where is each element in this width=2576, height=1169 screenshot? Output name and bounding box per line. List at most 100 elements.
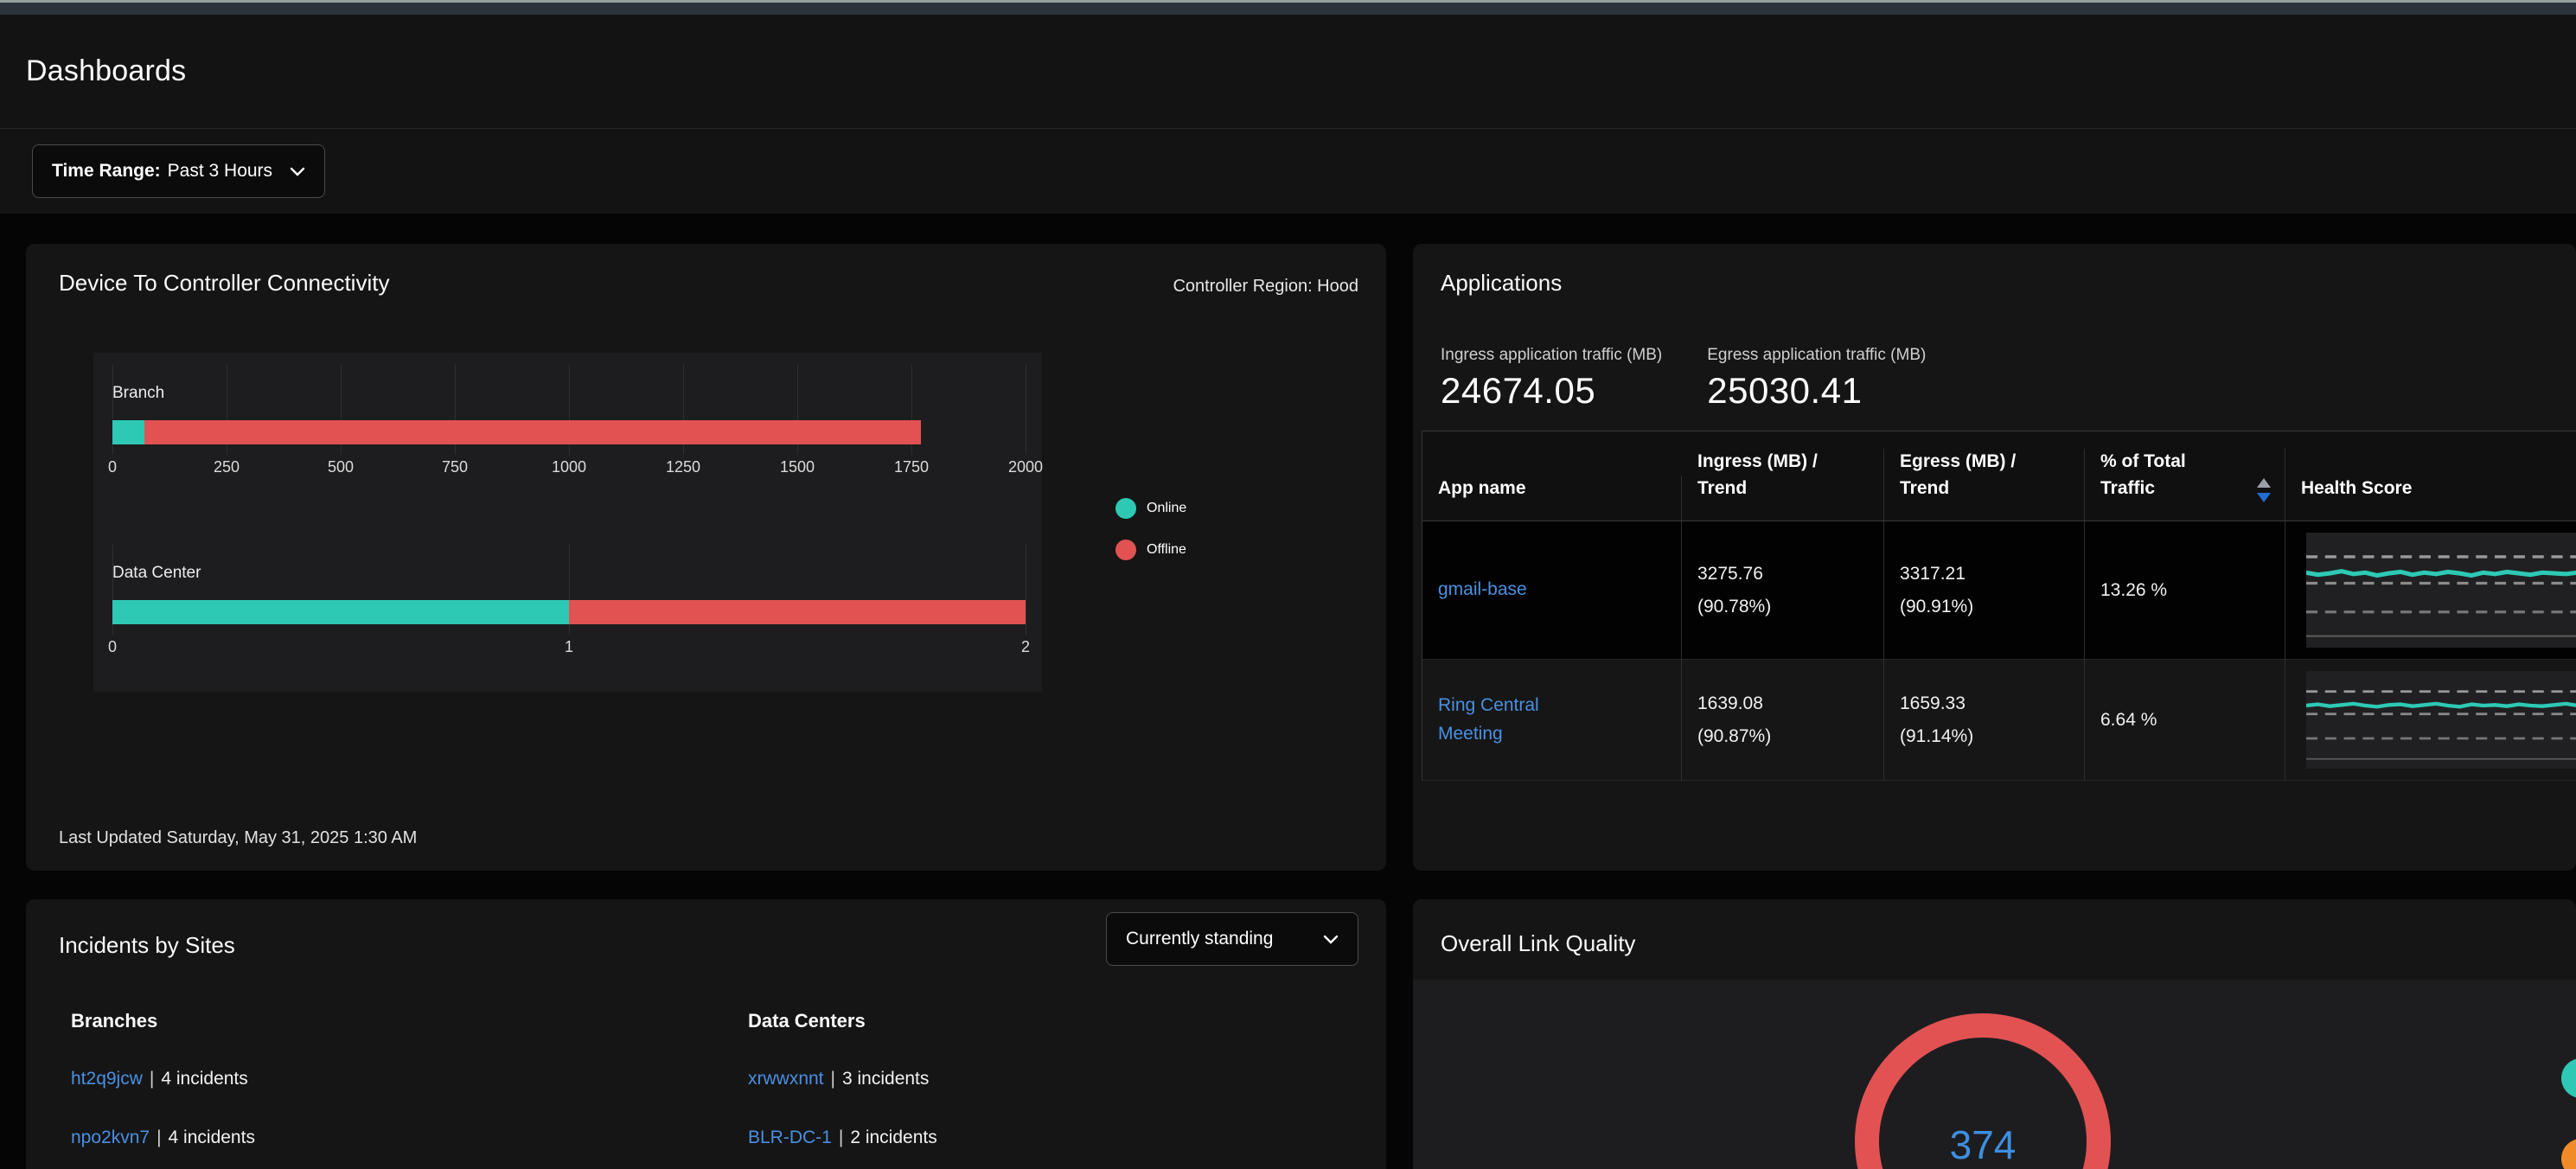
link-quality-card: Overall Link Quality 374 — [1413, 899, 2576, 1169]
device-connectivity-card: Device To Controller Connectivity Contro… — [26, 244, 1386, 871]
total-traffic-cell: 6.64 % — [2085, 660, 2285, 780]
data-center-bar-subplot: Data Center 012 — [112, 545, 1026, 674]
site-link[interactable]: ht2q9jcw — [71, 1069, 143, 1089]
sort-control[interactable] — [2257, 478, 2271, 502]
stacked-bar — [112, 420, 1026, 444]
metric-label: Ingress application traffic (MB) — [1441, 346, 1662, 365]
teal-legend-dot-icon — [2561, 1058, 2576, 1098]
bar-segment-online[interactable] — [112, 600, 569, 624]
incident-count: 3 incidents — [842, 1069, 929, 1089]
legend-item-online[interactable]: Online — [1115, 498, 1186, 519]
app-name-cell: gmail-base — [1422, 521, 1682, 659]
applications-title: Applications — [1441, 270, 1562, 297]
page-header: Dashboards — [0, 15, 2576, 128]
incidents-title: Incidents by Sites — [59, 932, 235, 959]
chevron-down-icon — [1323, 935, 1339, 944]
time-range-value: Past 3 Hours — [168, 161, 272, 182]
site-link[interactable]: npo2kvn7 — [71, 1127, 150, 1147]
axis-tick-label: 2000 — [1008, 458, 1043, 476]
axis-ticks: 012 — [112, 638, 1026, 661]
sort-ascending-triangle-icon — [2257, 478, 2271, 488]
bar-segment-offline[interactable] — [144, 420, 921, 444]
site-link[interactable]: BLR-DC-1 — [748, 1127, 832, 1147]
column-header-total-traffic[interactable]: % of Total Traffic — [2085, 449, 2285, 521]
axis-ticks: 025050075010001250150017502000 — [112, 458, 1026, 481]
column-header-ingress[interactable]: Ingress (MB) / Trend — [1682, 449, 1884, 521]
sort-descending-triangle-icon — [2257, 493, 2271, 502]
os-titlebar — [0, 0, 2576, 15]
offline-dot-icon — [1115, 540, 1136, 560]
column-header-app-name[interactable]: App name — [1422, 476, 1682, 521]
incident-list-item: ht2q9jcw|4 incidents — [71, 1069, 248, 1089]
total-traffic-cell: 13.26 % — [2085, 521, 2285, 659]
axis-tick-label: 250 — [214, 458, 240, 476]
controller-region-label: Controller Region: Hood — [1173, 277, 1358, 297]
separator: | — [150, 1127, 168, 1147]
axis-tick-label: 0 — [108, 458, 117, 476]
gauge-value: 374 — [1855, 1121, 2111, 1168]
bar-segment-online[interactable] — [112, 420, 144, 444]
app-link[interactable]: gmail-base — [1438, 576, 1581, 604]
health-score-cell — [2285, 660, 2576, 780]
page-title: Dashboards — [26, 54, 186, 88]
legend-item-offline[interactable]: Offline — [1115, 540, 1186, 560]
axis-tick-label: 0 — [108, 638, 117, 656]
table-header-row: App name Ingress (MB) / Trend Egress (MB… — [1422, 431, 2576, 521]
incidents-filter-value: Currently standing — [1126, 929, 1273, 949]
health-score-sparkline — [2306, 671, 2576, 769]
metric-value: 25030.41 — [1707, 370, 1926, 412]
ingress-metric: Ingress application traffic (MB) 24674.0… — [1441, 346, 1662, 412]
axis-tick-label: 1750 — [894, 458, 929, 476]
bar-category-label: Branch — [112, 384, 164, 403]
time-range-label: Time Range: — [52, 161, 161, 182]
incidents-card: Incidents by Sites Currently standing Br… — [26, 899, 1386, 1169]
device-connectivity-chart: Branch 0 250 500 750 1000 1250 1500 1750 2000 Da… — [93, 353, 1042, 692]
axis-tick-label: 500 — [328, 458, 354, 476]
axis-tick-label: 2 — [1021, 638, 1030, 656]
column-header-egress[interactable]: Egress (MB) / Trend — [1884, 449, 2085, 521]
link-quality-title: Overall Link Quality — [1441, 930, 1635, 957]
device-connectivity-title: Device To Controller Connectivity — [59, 270, 389, 297]
app-link[interactable]: Ring Central Meeting — [1438, 692, 1581, 748]
egress-cell: 3317.21 (90.91%) — [1884, 521, 2085, 659]
chart-legend: Online Offline — [1115, 498, 1186, 581]
applications-card: Applications Ingress application traffic… — [1413, 244, 2576, 871]
bar-segment-offline[interactable] — [569, 600, 1026, 624]
health-score-cell — [2285, 521, 2576, 659]
axis-tick-label: 1500 — [780, 458, 815, 476]
traffic-metrics: Ingress application traffic (MB) 24674.0… — [1441, 346, 1926, 412]
chevron-down-icon — [290, 167, 305, 176]
egress-metric: Egress application traffic (MB) 25030.41 — [1707, 346, 1926, 412]
axis-tick-label: 1250 — [666, 458, 700, 476]
table-row: Ring Central Meeting 1639.08 (90.87%) 16… — [1422, 660, 2576, 781]
incident-list-item: xrwwxnnt|3 incidents — [748, 1069, 929, 1089]
ingress-cell: 3275.76 (90.78%) — [1682, 521, 1884, 659]
stacked-bar — [112, 600, 1026, 624]
legend-label: Online — [1147, 501, 1186, 516]
column-header-health-score[interactable]: Health Score — [2285, 476, 2576, 521]
incident-list-item: BLR-DC-1|2 incidents — [748, 1127, 937, 1148]
incident-count: 4 incidents — [161, 1069, 247, 1089]
time-range-dropdown[interactable]: Time Range: Past 3 Hours — [32, 144, 325, 198]
incident-count: 4 incidents — [169, 1127, 255, 1147]
data-centers-heading: Data Centers — [748, 1010, 866, 1032]
incident-list-item: npo2kvn7|4 incidents — [71, 1127, 255, 1148]
app-name-cell: Ring Central Meeting — [1422, 660, 1682, 780]
axis-tick-label: 1000 — [552, 458, 586, 476]
ingress-cell: 1639.08 (90.87%) — [1682, 660, 1884, 780]
legend-label: Offline — [1147, 542, 1186, 558]
axis-tick-label: 1 — [565, 638, 573, 656]
online-dot-icon — [1115, 498, 1136, 519]
applications-table: App name Ingress (MB) / Trend Egress (MB… — [1422, 431, 2576, 781]
last-updated-text: Last Updated Saturday, May 31, 2025 1:30… — [59, 828, 417, 848]
axis-tick-label: 750 — [442, 458, 468, 476]
filter-toolbar: Time Range: Past 3 Hours — [0, 128, 2576, 214]
link-quality-gauge-panel: 374 — [1413, 980, 2576, 1169]
branch-bar-subplot: Branch 025050075010001250150017502000 — [112, 365, 1026, 495]
health-score-sparkline — [2306, 533, 2576, 648]
branches-heading: Branches — [71, 1010, 157, 1032]
separator: | — [832, 1127, 850, 1147]
bar-category-label: Data Center — [112, 564, 201, 583]
site-link[interactable]: xrwwxnnt — [748, 1069, 824, 1089]
incidents-filter-dropdown[interactable]: Currently standing — [1106, 912, 1358, 966]
